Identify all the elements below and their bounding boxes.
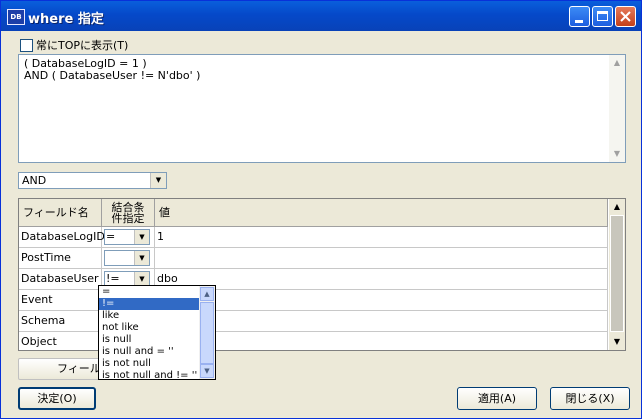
where-line-2: AND ( DatabaseUser != N'dbo' ) — [24, 69, 201, 82]
dropdown-option[interactable]: is null and = '' — [99, 346, 199, 358]
row-field-name[interactable]: Object — [19, 332, 102, 350]
minimize-icon — [575, 20, 583, 23]
maximize-button[interactable] — [592, 6, 613, 27]
combinator-value: AND — [22, 174, 47, 187]
dropdown-option[interactable]: is not null and != '' — [99, 370, 199, 379]
operator-select[interactable]: ▼ — [104, 250, 150, 266]
always-on-top-label: 常にTOPに表示(T) — [36, 39, 129, 52]
combinator-select[interactable]: AND ▼ — [18, 172, 167, 189]
where-text-area[interactable]: ( DatabaseLogID = 1 ) AND ( DatabaseUser… — [18, 54, 626, 163]
row-value-cell[interactable] — [155, 248, 608, 268]
row-operator-cell: = ▼ — [102, 227, 155, 247]
dropdown-option[interactable]: not like — [99, 322, 199, 334]
scroll-up-arrow-icon[interactable]: ▲ — [609, 55, 625, 71]
scroll-up-arrow-icon[interactable]: ▲ — [200, 287, 214, 301]
scroll-up-arrow-icon[interactable]: ▲ — [609, 199, 625, 215]
chevron-down-icon[interactable]: ▼ — [134, 272, 149, 286]
app-icon: DB — [7, 9, 25, 25]
row-field-name[interactable]: Event — [19, 290, 102, 310]
close-window-button[interactable] — [615, 6, 636, 27]
dropdown-scrollbar[interactable]: ▲ ▼ — [199, 286, 215, 379]
ok-button[interactable]: 決定(O) — [18, 387, 96, 410]
scroll-down-arrow-icon[interactable]: ▼ — [200, 364, 214, 378]
dropdown-scroll-thumb[interactable] — [200, 302, 214, 364]
row-field-name[interactable]: Schema — [19, 311, 102, 331]
row-value-cell[interactable]: 1 — [155, 227, 608, 247]
where-dialog-window: DB where 指定 常にTOPに表示(T) ( DatabaseLogID … — [0, 0, 642, 419]
where-text-scrollbar[interactable]: ▲ ▼ — [609, 55, 625, 162]
row-value-cell[interactable] — [155, 332, 608, 350]
row-field-name[interactable]: DatabaseLogID — [19, 227, 105, 247]
row-value-cell[interactable] — [155, 290, 608, 310]
dropdown-option[interactable]: is null — [99, 334, 199, 346]
header-condition: 結合条 件指定 — [102, 199, 155, 227]
operator-value: != — [106, 272, 120, 285]
always-on-top-checkbox[interactable] — [20, 39, 33, 52]
field-button[interactable]: フィールド — [18, 358, 102, 380]
row-operator-cell: ▼ — [102, 248, 155, 268]
grid-scroll-thumb[interactable] — [610, 215, 624, 332]
chevron-down-icon[interactable]: ▼ — [150, 173, 166, 188]
maximize-icon — [597, 11, 608, 21]
dropdown-option-selected[interactable]: != — [99, 298, 199, 310]
header-condition-line2: 件指定 — [111, 212, 145, 225]
table-row: PostTime ▼ — [19, 248, 608, 269]
dropdown-option[interactable]: is not null — [99, 358, 199, 370]
scroll-down-arrow-icon[interactable]: ▼ — [609, 146, 625, 162]
grid-scrollbar[interactable]: ▲ ▼ — [609, 199, 625, 350]
minimize-button[interactable] — [569, 6, 590, 27]
row-value-cell[interactable] — [155, 311, 608, 331]
title-bar[interactable]: DB where 指定 — [1, 1, 641, 31]
chevron-down-icon[interactable]: ▼ — [134, 230, 149, 244]
close-icon — [620, 11, 631, 22]
dropdown-option[interactable]: like — [99, 310, 199, 322]
row-value-cell[interactable]: dbo — [155, 269, 608, 289]
header-value: 値 — [155, 199, 608, 227]
operator-value: = — [106, 230, 116, 243]
header-field-name: フィールド名 — [19, 199, 102, 227]
apply-button[interactable]: 適用(A) — [457, 387, 537, 410]
dropdown-option[interactable]: = — [99, 286, 199, 298]
operator-dropdown-list[interactable]: = != like not like is null is null and =… — [98, 285, 216, 380]
close-button[interactable]: 閉じる(X) — [550, 387, 630, 410]
window-title: where 指定 — [28, 12, 104, 27]
operator-select[interactable]: = ▼ — [104, 229, 150, 245]
chevron-down-icon[interactable]: ▼ — [134, 251, 149, 265]
table-row: DatabaseLogID = ▼ 1 — [19, 227, 608, 248]
row-field-name[interactable]: PostTime — [19, 248, 102, 268]
scroll-down-arrow-icon[interactable]: ▼ — [609, 334, 625, 350]
row-field-name[interactable]: DatabaseUser — [19, 269, 102, 289]
